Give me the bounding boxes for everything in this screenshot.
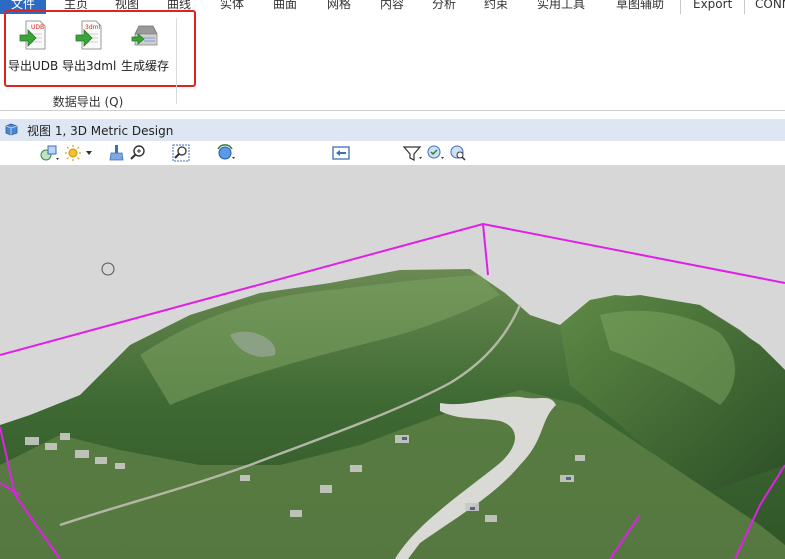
tab-surface[interactable]: 曲面 xyxy=(273,0,297,14)
sun-dropdown-icon[interactable] xyxy=(64,144,96,162)
rotate-globe-icon[interactable] xyxy=(215,144,237,162)
export-3dml-label: 导出3dml xyxy=(62,59,117,73)
view-title: 视图 1, 3D Metric Design xyxy=(27,124,174,138)
tab-mesh[interactable]: 网格 xyxy=(327,0,351,14)
export-udb-button[interactable]: UDB 导出UDB xyxy=(8,20,58,74)
export-3dml-icon: 3dml xyxy=(62,20,116,53)
ribbon-panel: UDB 导出UDB 3dml 导出3dml 生成缓存 数据导出 (Q) xyxy=(0,10,785,111)
generate-cache-icon xyxy=(119,20,171,53)
view-toolbar xyxy=(0,141,785,166)
shapes-dropdown-icon[interactable] xyxy=(40,144,62,162)
filter-funnel-icon[interactable] xyxy=(403,144,425,162)
generate-cache-label: 生成缓存 xyxy=(120,59,169,73)
tab-conn[interactable]: CONN xyxy=(755,0,785,14)
fit-view-icon[interactable] xyxy=(332,144,350,162)
ribbon-group-label: 数据导出 (Q) xyxy=(52,95,124,109)
export-udb-label: 导出UDB xyxy=(8,59,59,73)
bounding-box-edge xyxy=(482,223,489,276)
globe-search-icon[interactable] xyxy=(449,144,467,162)
zoom-in-icon[interactable] xyxy=(129,144,147,162)
tab-constraint[interactable]: 约束 xyxy=(484,0,508,14)
tab-solid[interactable]: 实体 xyxy=(220,0,244,14)
tab-utilities[interactable]: 实用工具 xyxy=(537,0,585,14)
tab-export[interactable]: Export xyxy=(680,0,746,14)
zoom-window-icon[interactable] xyxy=(172,144,190,162)
ribbon-group-divider xyxy=(176,18,177,104)
export-3dml-button[interactable]: 3dml 导出3dml xyxy=(62,20,116,74)
pivot-marker xyxy=(101,262,115,276)
view-title-bar: 视图 1, 3D Metric Design xyxy=(0,119,785,141)
tab-sketch-aid[interactable]: 草图辅助 xyxy=(616,0,664,14)
tab-content[interactable]: 内容 xyxy=(380,0,404,14)
3d-viewport[interactable] xyxy=(0,165,785,559)
tab-analysis[interactable]: 分析 xyxy=(432,0,456,14)
brush-icon[interactable] xyxy=(107,144,125,162)
svg-text:3dml: 3dml xyxy=(85,24,100,31)
export-udb-icon: UDB xyxy=(8,20,58,53)
generate-cache-button[interactable]: 生成缓存 xyxy=(119,20,171,74)
globe-check-icon[interactable] xyxy=(426,144,448,162)
view-cube-icon xyxy=(5,123,18,136)
terrain-scene xyxy=(0,222,785,559)
svg-text:UDB: UDB xyxy=(31,24,44,31)
